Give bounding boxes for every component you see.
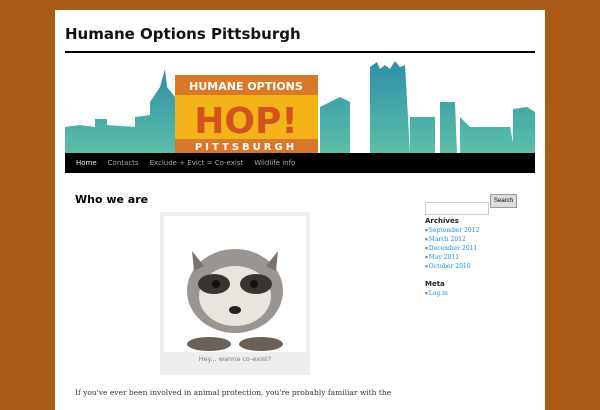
raccoon-image xyxy=(164,216,306,352)
nav-wildlife-info[interactable]: Wildlife info xyxy=(254,159,295,167)
page: Humane Options Pittsburgh HUMANE OPTIONS… xyxy=(55,10,545,410)
skyline-image: HUMANE OPTIONS HOP! PITTSBURGH xyxy=(65,61,535,153)
archives-list: September 2012 March 2012 December 2011 … xyxy=(425,226,480,271)
search-button[interactable]: Search xyxy=(490,194,518,208)
meta-list: Log in xyxy=(425,289,448,298)
site-title[interactable]: Humane Options Pittsburgh xyxy=(65,25,301,43)
nav-exclude-evict[interactable]: Exclude + Evict = Co-exist xyxy=(150,159,244,167)
archive-link[interactable]: December 2011 xyxy=(425,244,479,253)
image-frame: Hey... wanna co-exist? xyxy=(160,212,310,375)
login-link[interactable]: Log in xyxy=(425,289,448,298)
post-text: If you've ever been involved in animal p… xyxy=(75,388,392,397)
banner-bottom-text: PITTSBURGH xyxy=(195,142,297,153)
search-input[interactable] xyxy=(425,201,489,215)
archives-title: Archives xyxy=(425,217,459,225)
image-caption: Hey... wanna co-exist? xyxy=(198,355,272,363)
divider xyxy=(65,51,535,53)
archive-link[interactable]: September 2012 xyxy=(425,226,480,235)
archive-link[interactable]: October 2010 xyxy=(425,262,479,271)
header-banner: HUMANE OPTIONS HOP! PITTSBURGH xyxy=(65,57,535,153)
main-nav: Home Contacts Exclude + Evict = Co-exist… xyxy=(65,153,535,173)
banner-logo-text: HOP! xyxy=(194,101,298,142)
nav-home[interactable]: Home xyxy=(76,159,97,167)
nav-contacts[interactable]: Contacts xyxy=(108,159,139,167)
archive-link[interactable]: March 2012 xyxy=(425,235,479,244)
archive-link[interactable]: May 2011 xyxy=(425,253,479,262)
banner-top-text: HUMANE OPTIONS xyxy=(189,80,303,93)
search-form: Search xyxy=(425,194,518,215)
post-title[interactable]: Who we are xyxy=(75,193,148,206)
meta-title: Meta xyxy=(425,280,445,288)
